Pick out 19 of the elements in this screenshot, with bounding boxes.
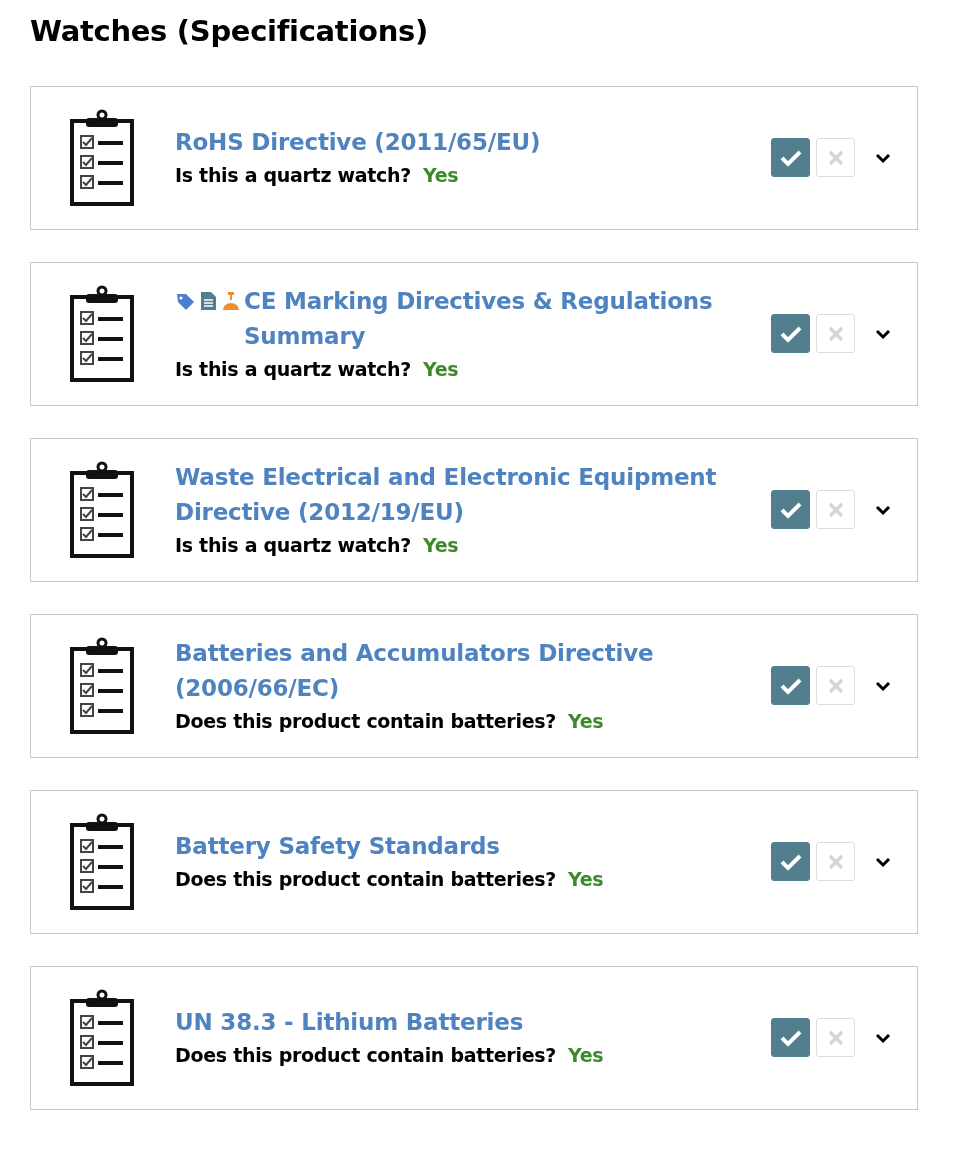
answer-text: Yes bbox=[567, 868, 604, 891]
answer-text: Yes bbox=[422, 357, 459, 380]
requirement-link[interactable]: Batteries and Accumulators Directive (2006/66/EC) bbox=[175, 635, 731, 706]
question-text: Is this a quartz watch? bbox=[175, 164, 411, 187]
question-text: Does this product contain batteries? bbox=[175, 709, 556, 732]
requirement-link[interactable]: Waste Electrical and Electronic Equipment Directive (2012/19/EU) bbox=[175, 459, 731, 530]
question-text: Does this product contain batteries? bbox=[175, 1044, 556, 1067]
answer-text: Yes bbox=[422, 164, 459, 187]
requirement-link[interactable]: UN 38.3 - Lithium Batteries bbox=[175, 1005, 524, 1041]
answer-text: Yes bbox=[422, 533, 459, 556]
page-title: Watches (Specifications) bbox=[30, 14, 429, 49]
answer-text: Yes bbox=[567, 709, 604, 732]
question-text: Is this a quartz watch? bbox=[175, 357, 411, 380]
requirement-link[interactable]: CE Marking Directives & Regulations Summary bbox=[244, 283, 731, 354]
answer-text: Yes bbox=[567, 1044, 604, 1067]
question-text: Is this a quartz watch? bbox=[175, 533, 411, 556]
requirement-link[interactable]: Battery Safety Standards bbox=[175, 829, 500, 865]
question-text: Does this product contain batteries? bbox=[175, 868, 556, 891]
requirement-link[interactable]: RoHS Directive (2011/65/EU) bbox=[175, 125, 541, 161]
